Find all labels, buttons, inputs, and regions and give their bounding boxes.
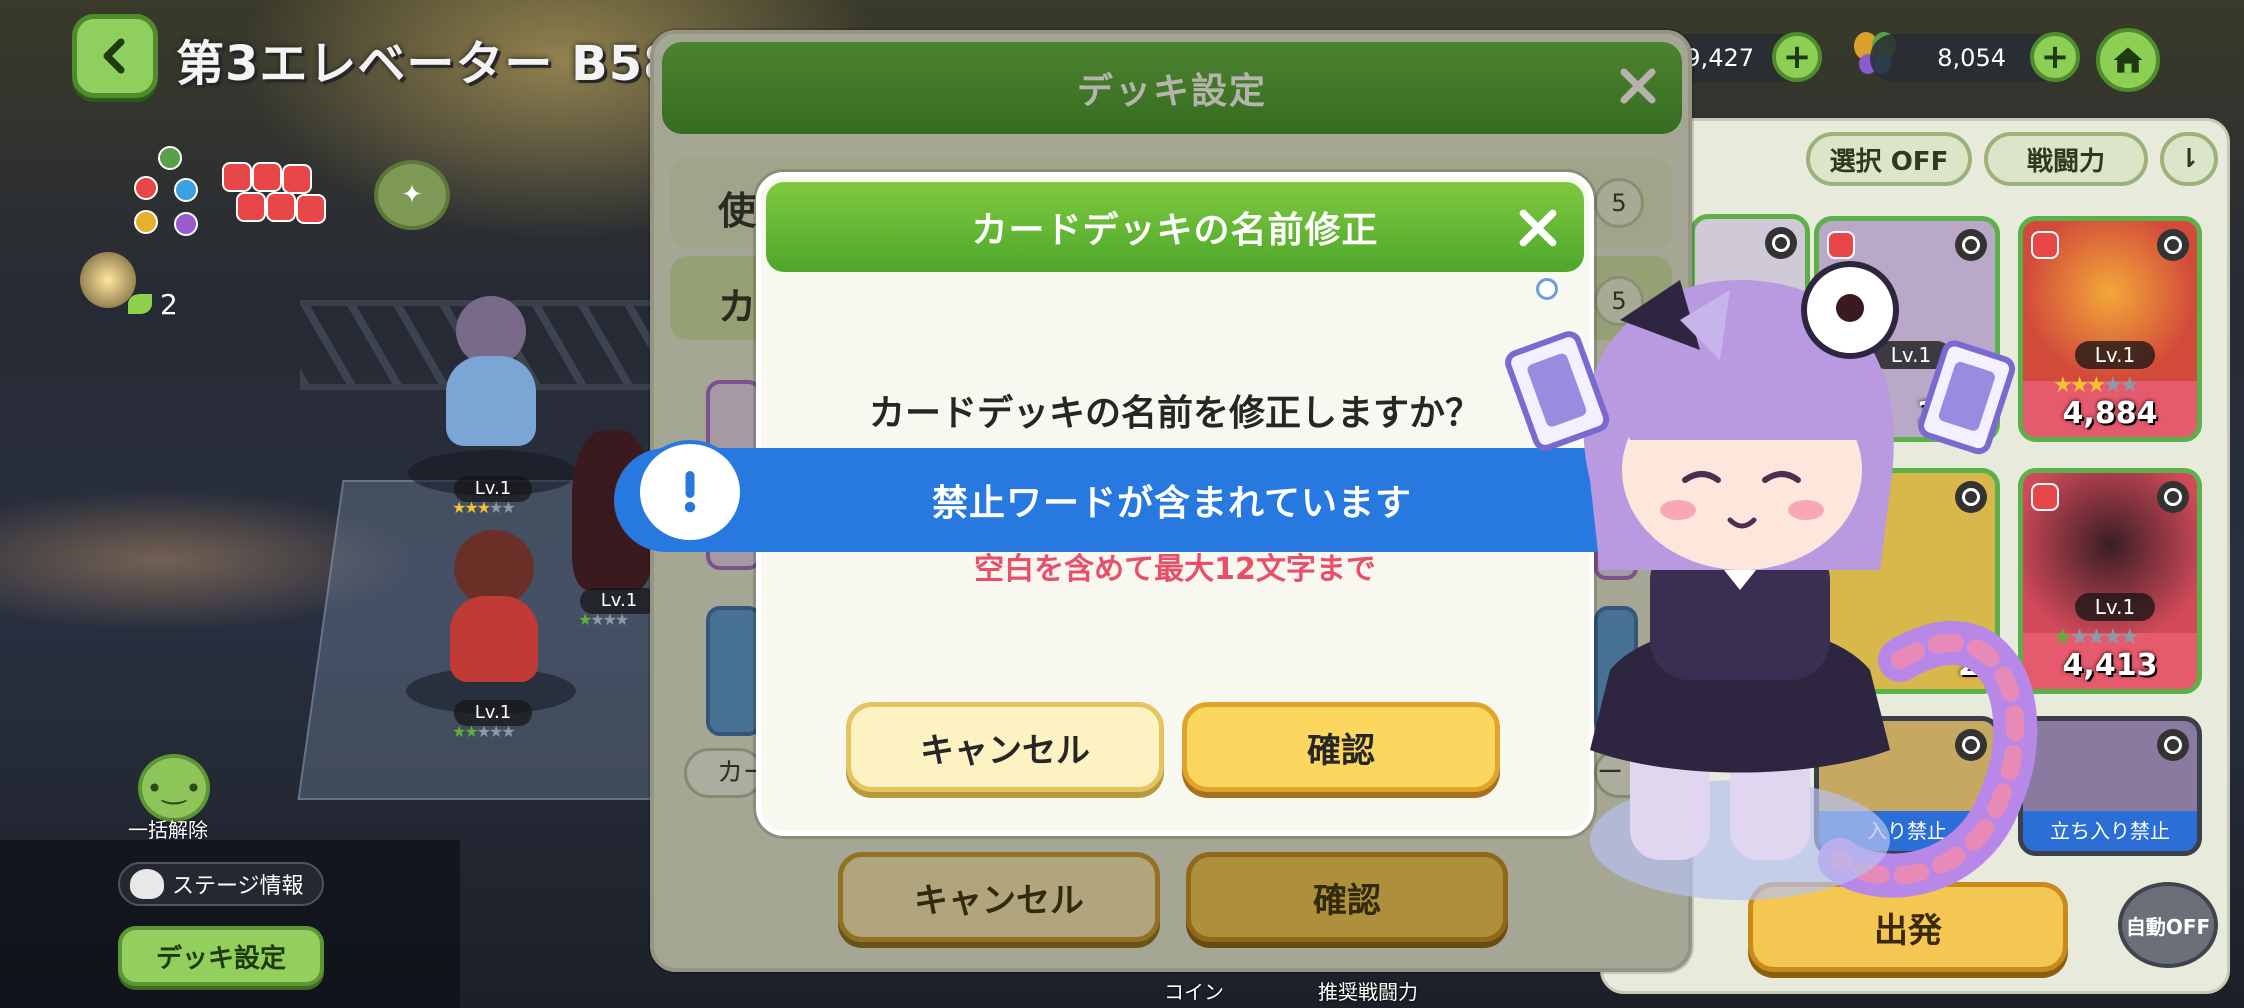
leaf-counter: 2 — [128, 284, 218, 324]
card-stars: ★★★★★ — [2053, 373, 2140, 398]
add-butterfly-button[interactable]: + — [2030, 32, 2080, 82]
bulk-release-button[interactable]: •‿• — [138, 754, 210, 822]
stage-info-button[interactable]: ステージ情報 — [118, 862, 324, 906]
slime-icon: •‿• — [146, 771, 202, 805]
deck-setting-button[interactable]: デッキ設定 — [118, 926, 324, 986]
banned-label: 立ち入り禁止 — [2023, 811, 2197, 851]
sort-power-button[interactable]: 戦闘力 — [1984, 132, 2148, 186]
fire-element-icons — [222, 162, 342, 232]
leaf-icon — [128, 294, 152, 314]
leaf-count-value: 2 — [160, 287, 178, 321]
auto-toggle-button[interactable]: 自動OFF — [2118, 882, 2218, 968]
card-level: Lv.1 — [2075, 593, 2155, 621]
cat-icon — [130, 869, 164, 899]
card-level: Lv.1 — [2075, 341, 2155, 369]
field-character-maid[interactable] — [436, 296, 546, 476]
select-off-button[interactable]: 選択 OFF — [1806, 132, 1972, 186]
mascot-character — [1480, 240, 2040, 920]
home-icon — [2113, 47, 2143, 73]
card-power: 4,884 — [2062, 396, 2158, 431]
chevron-left-icon — [103, 38, 125, 74]
fx-skill-icon[interactable]: ✦ — [374, 160, 450, 230]
butterfly-value: 8,054 — [1937, 44, 2006, 72]
card-banned[interactable]: 立ち入り禁止 — [2018, 716, 2202, 856]
exclamation-icon — [636, 440, 744, 544]
home-button[interactable] — [2096, 28, 2160, 92]
bulk-release-label: 一括解除 — [128, 818, 208, 842]
character-stars: ★★★★★ — [452, 722, 516, 741]
card-fire-dragon[interactable]: Lv.1 ★★★★★ 4,884 — [2018, 216, 2202, 442]
element-icons — [128, 146, 208, 246]
rename-dialog-header: カードデッキの名前修正 — [766, 182, 1584, 272]
field-character-archer[interactable] — [434, 530, 554, 700]
recommended-power-label: 推奨戦闘力 — [1318, 980, 1418, 1004]
character-stars: ★★★★ — [578, 610, 629, 629]
zoom-icon — [2157, 229, 2189, 261]
zoom-icon — [2157, 729, 2189, 761]
stage-title: 第3エレベーター B58 — [176, 36, 678, 92]
coin-label: コイン — [1164, 980, 1224, 1004]
rename-cancel-button[interactable]: キャンセル — [846, 702, 1164, 792]
rename-dialog-title: カードデッキの名前修正 — [971, 210, 1379, 251]
back-button[interactable] — [72, 14, 158, 98]
rename-question-text: カードデッキの名前を修正しますか？ — [868, 393, 1481, 434]
add-gold-button[interactable]: + — [1772, 32, 1822, 82]
error-toast-message: 禁止ワードが含まれています — [932, 483, 1412, 524]
sort-order-button[interactable]: ⇂ — [2160, 132, 2218, 186]
card-dark-girl[interactable]: Lv.1 ★★★★★ 4,413 — [2018, 468, 2202, 694]
stage-info-label: ステージ情報 — [172, 874, 304, 899]
rename-confirm-button[interactable]: 確認 — [1182, 702, 1500, 792]
card-stars: ★★★★★ — [2053, 625, 2140, 650]
card-power: 4,413 — [2062, 648, 2158, 683]
zoom-icon — [2157, 481, 2189, 513]
sort-icon: ⇂ — [2178, 144, 2200, 174]
character-stars: ★★★★★ — [452, 498, 516, 517]
